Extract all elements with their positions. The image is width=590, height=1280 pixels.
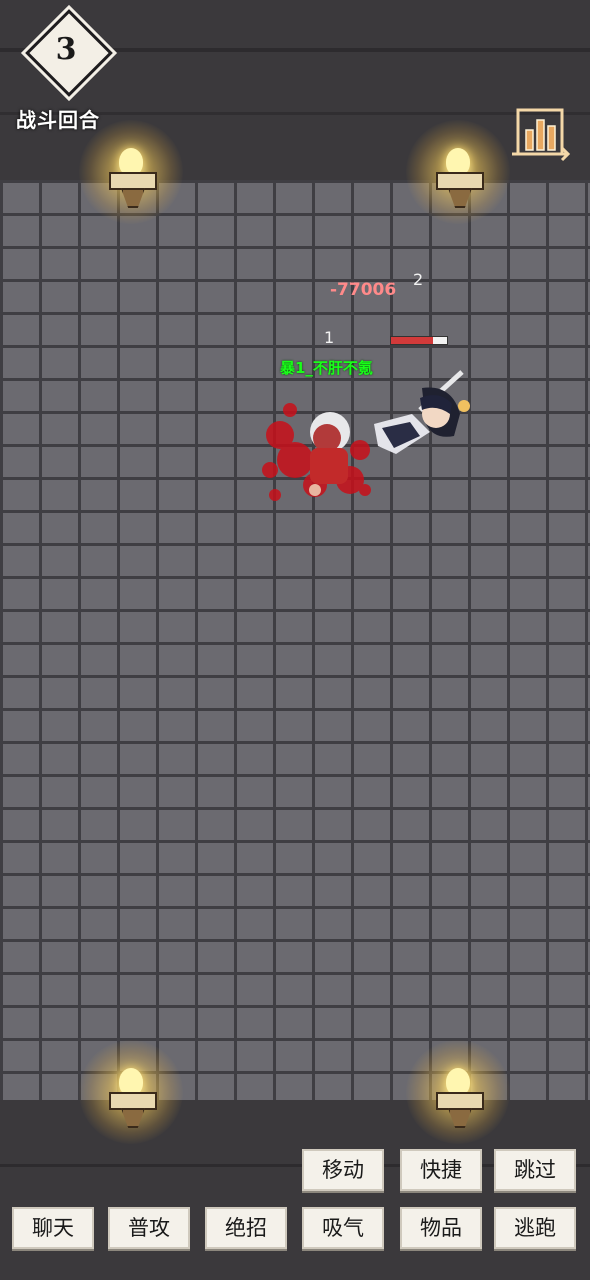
torch-icon — [79, 120, 183, 224]
hp-bar-fill — [391, 337, 433, 344]
damage-number: -77006 — [330, 280, 397, 300]
chat-button[interactable]: 聊天 — [12, 1207, 94, 1249]
player-name: 暴1_不肝不氪 — [280, 359, 373, 377]
move-button[interactable]: 移动 — [302, 1149, 384, 1191]
flee-button[interactable]: 逃跑 — [494, 1207, 576, 1249]
enemy-hp-bar — [390, 336, 448, 345]
bar-chart-icon[interactable] — [508, 100, 572, 164]
turn-marker: 2 — [413, 270, 424, 289]
torch-icon — [406, 120, 510, 224]
items-button[interactable]: 物品 — [400, 1207, 482, 1249]
skip-button[interactable]: 跳过 — [494, 1149, 576, 1191]
turn-marker: 1 — [324, 328, 335, 347]
torch-icon — [79, 1040, 183, 1144]
normal-attack-button[interactable]: 普攻 — [108, 1207, 190, 1249]
round-number: 3 — [55, 32, 77, 67]
breathe-button[interactable]: 吸气 — [302, 1207, 384, 1249]
battle-scene: 3 战斗回合 -77006 2 1 暴1_不肝不氪 移动 快捷 跳过 聊天 普攻… — [0, 0, 590, 1280]
torch-icon — [406, 1040, 510, 1144]
brick-floor — [0, 180, 590, 1100]
round-badge: 3 — [20, 9, 113, 97]
ultimate-button[interactable]: 绝招 — [205, 1207, 287, 1249]
quick-button[interactable]: 快捷 — [400, 1149, 482, 1191]
enemy-character[interactable] — [360, 370, 480, 470]
